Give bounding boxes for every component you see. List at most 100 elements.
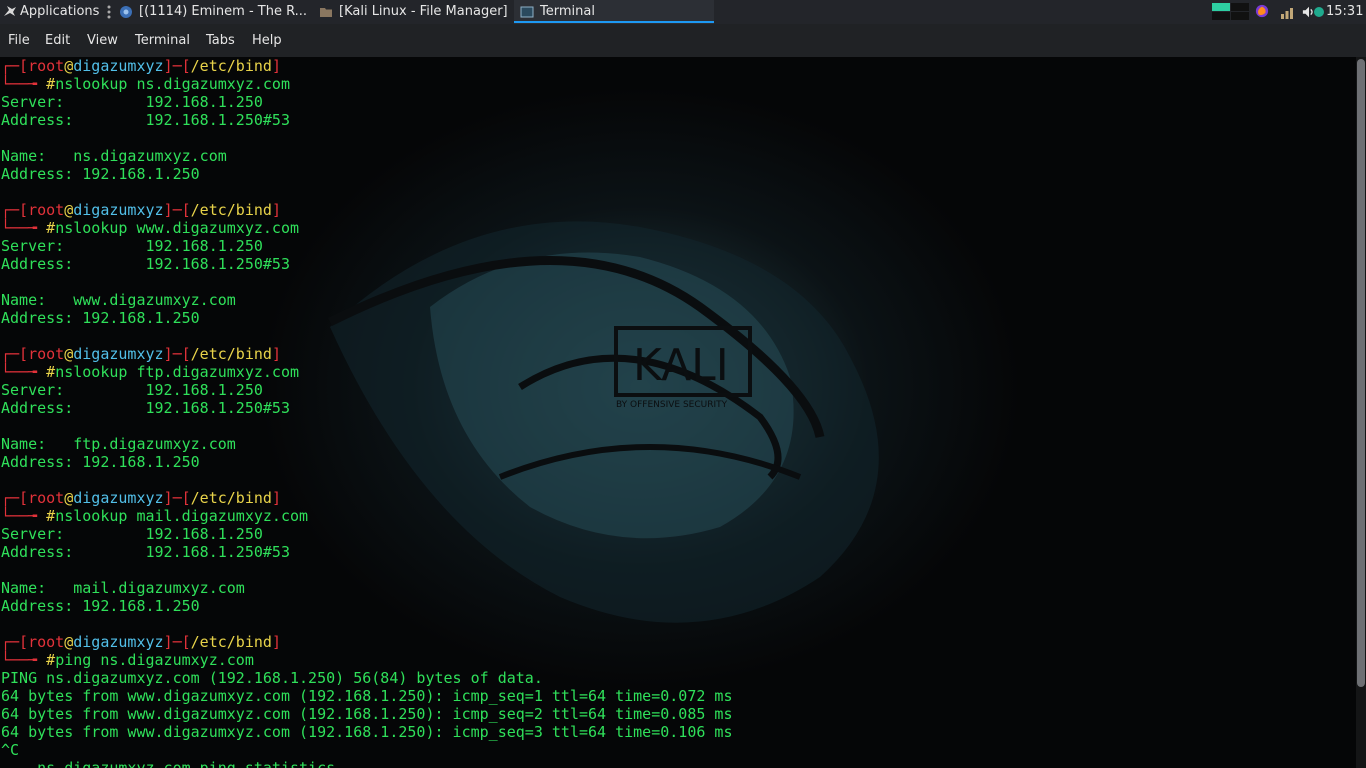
prompt-open: ┌─[ bbox=[1, 201, 29, 219]
task-label: [Kali Linux - File Manager] bbox=[339, 4, 508, 19]
output-line: 64 bytes from www.digazumxyz.com (192.16… bbox=[1, 687, 733, 705]
applications-menu[interactable]: Applications bbox=[0, 0, 108, 24]
prompt-path: /etc/bind bbox=[190, 201, 272, 219]
output-line: Server: 192.168.1.250 bbox=[1, 237, 263, 255]
applications-label: Applications bbox=[20, 4, 100, 19]
menu-tabs[interactable]: Tabs bbox=[206, 24, 235, 57]
command-text: nslookup www.digazumxyz.com bbox=[55, 219, 300, 237]
prompt-path: /etc/bind bbox=[190, 57, 272, 75]
terminal-scrollbar[interactable] bbox=[1356, 57, 1366, 768]
prompt-line: ┌─[root@digazumxyz]─[/etc/bind] bbox=[1, 345, 733, 363]
network-icon bbox=[1281, 8, 1293, 19]
prompt-user: root bbox=[28, 201, 65, 219]
tray-network[interactable] bbox=[1278, 0, 1296, 24]
prompt-open: ┌─[ bbox=[1, 489, 29, 507]
output-line: Address: 192.168.1.250#53 bbox=[1, 543, 290, 561]
prompt-separator: ]─[ bbox=[163, 345, 191, 363]
prompt-open: ┌─[ bbox=[1, 633, 29, 651]
output-line: Address: 192.168.1.250#53 bbox=[1, 255, 290, 273]
task-file-manager[interactable]: [Kali Linux - File Manager] bbox=[317, 0, 512, 24]
output-line: Name: www.digazumxyz.com bbox=[1, 291, 236, 309]
terminal-output-area[interactable]: KALI BY OFFENSIVE SECURITY ┌─[root@digaz… bbox=[0, 57, 1356, 768]
prompt-host: digazumxyz bbox=[73, 201, 164, 219]
command-line: └──╼ #ping ns.digazumxyz.com bbox=[1, 651, 733, 669]
prompt-separator: ]─[ bbox=[163, 633, 191, 651]
prompt-at: @ bbox=[64, 345, 74, 363]
command-text: nslookup ftp.digazumxyz.com bbox=[55, 363, 300, 381]
output-line: Address: 192.168.1.250 bbox=[1, 309, 200, 327]
prompt-line: ┌─[root@digazumxyz]─[/etc/bind] bbox=[1, 57, 733, 75]
command-line: └──╼ #nslookup ftp.digazumxyz.com bbox=[1, 363, 733, 381]
command-text: nslookup ns.digazumxyz.com bbox=[55, 75, 290, 93]
menu-help[interactable]: Help bbox=[252, 24, 282, 57]
prompt-hash: # bbox=[46, 219, 56, 237]
browser-icon bbox=[120, 6, 132, 18]
output-line: Name: ns.digazumxyz.com bbox=[1, 147, 227, 165]
prompt-host: digazumxyz bbox=[73, 345, 164, 363]
tray-firefox[interactable] bbox=[1254, 0, 1272, 24]
output-line: Address: 192.168.1.250#53 bbox=[1, 111, 290, 129]
tray-status[interactable] bbox=[1313, 0, 1325, 24]
prompt-path: /etc/bind bbox=[190, 345, 272, 363]
output-line: ^C bbox=[1, 741, 20, 759]
prompt-separator: ]─[ bbox=[163, 201, 191, 219]
workspace-switcher[interactable] bbox=[1210, 0, 1250, 24]
prompt-at: @ bbox=[64, 489, 74, 507]
scrollbar-thumb[interactable] bbox=[1357, 59, 1365, 687]
prompt-line: ┌─[root@digazumxyz]─[/etc/bind] bbox=[1, 201, 733, 219]
prompt-at: @ bbox=[64, 57, 74, 75]
prompt-line: ┌─[root@digazumxyz]─[/etc/bind] bbox=[1, 633, 733, 651]
command-text: nslookup mail.digazumxyz.com bbox=[55, 507, 309, 525]
prompt-close: ] bbox=[271, 345, 281, 363]
prompt-arrow: └──╼ bbox=[1, 75, 47, 93]
top-panel: Applications [(1114) Eminem - The R... [… bbox=[0, 0, 1366, 24]
command-text: ping ns.digazumxyz.com bbox=[55, 651, 254, 669]
drag-handle-icon bbox=[107, 5, 111, 19]
task-label: [(1114) Eminem - The R... bbox=[139, 4, 308, 19]
command-line: └──╼ #nslookup www.digazumxyz.com bbox=[1, 219, 733, 237]
prompt-user: root bbox=[28, 345, 65, 363]
prompt-open: ┌─[ bbox=[1, 345, 29, 363]
output-line: 64 bytes from www.digazumxyz.com (192.16… bbox=[1, 705, 733, 723]
prompt-user: root bbox=[28, 633, 65, 651]
menu-file[interactable]: File bbox=[8, 24, 30, 57]
prompt-host: digazumxyz bbox=[73, 57, 164, 75]
prompt-host: digazumxyz bbox=[73, 489, 164, 507]
prompt-line: ┌─[root@digazumxyz]─[/etc/bind] bbox=[1, 489, 733, 507]
output-line: Server: 192.168.1.250 bbox=[1, 381, 263, 399]
prompt-arrow: └──╼ bbox=[1, 219, 47, 237]
prompt-separator: ]─[ bbox=[163, 489, 191, 507]
command-line: └──╼ #nslookup ns.digazumxyz.com bbox=[1, 75, 733, 93]
prompt-path: /etc/bind bbox=[190, 633, 272, 651]
output-line: Address: 192.168.1.250#53 bbox=[1, 399, 290, 417]
output-line: Name: mail.digazumxyz.com bbox=[1, 579, 245, 597]
prompt-close: ] bbox=[271, 489, 281, 507]
panel-separator-handle[interactable] bbox=[106, 0, 112, 24]
prompt-host: digazumxyz bbox=[73, 633, 164, 651]
menu-terminal[interactable]: Terminal bbox=[135, 24, 190, 57]
output-line: --- ns.digazumxyz.com ping statistics --… bbox=[1, 759, 372, 768]
prompt-open: ┌─[ bbox=[1, 57, 29, 75]
clock[interactable]: 15:31 bbox=[1325, 0, 1366, 24]
output-line: Name: ftp.digazumxyz.com bbox=[1, 435, 236, 453]
prompt-arrow: └──╼ bbox=[1, 507, 47, 525]
task-browser[interactable]: [(1114) Eminem - The R... bbox=[117, 0, 312, 24]
command-line: └──╼ #nslookup mail.digazumxyz.com bbox=[1, 507, 733, 525]
menu-edit[interactable]: Edit bbox=[45, 24, 70, 57]
output-line: Server: 192.168.1.250 bbox=[1, 93, 263, 111]
kali-dragon-icon bbox=[4, 6, 16, 16]
prompt-hash: # bbox=[46, 507, 56, 525]
prompt-at: @ bbox=[64, 633, 74, 651]
prompt-path: /etc/bind bbox=[190, 489, 272, 507]
menu-view[interactable]: View bbox=[87, 24, 118, 57]
prompt-hash: # bbox=[46, 651, 56, 669]
terminal-icon bbox=[520, 6, 534, 18]
terminal-lines: ┌─[root@digazumxyz]─[/etc/bind] └──╼ #nsl… bbox=[1, 57, 733, 768]
